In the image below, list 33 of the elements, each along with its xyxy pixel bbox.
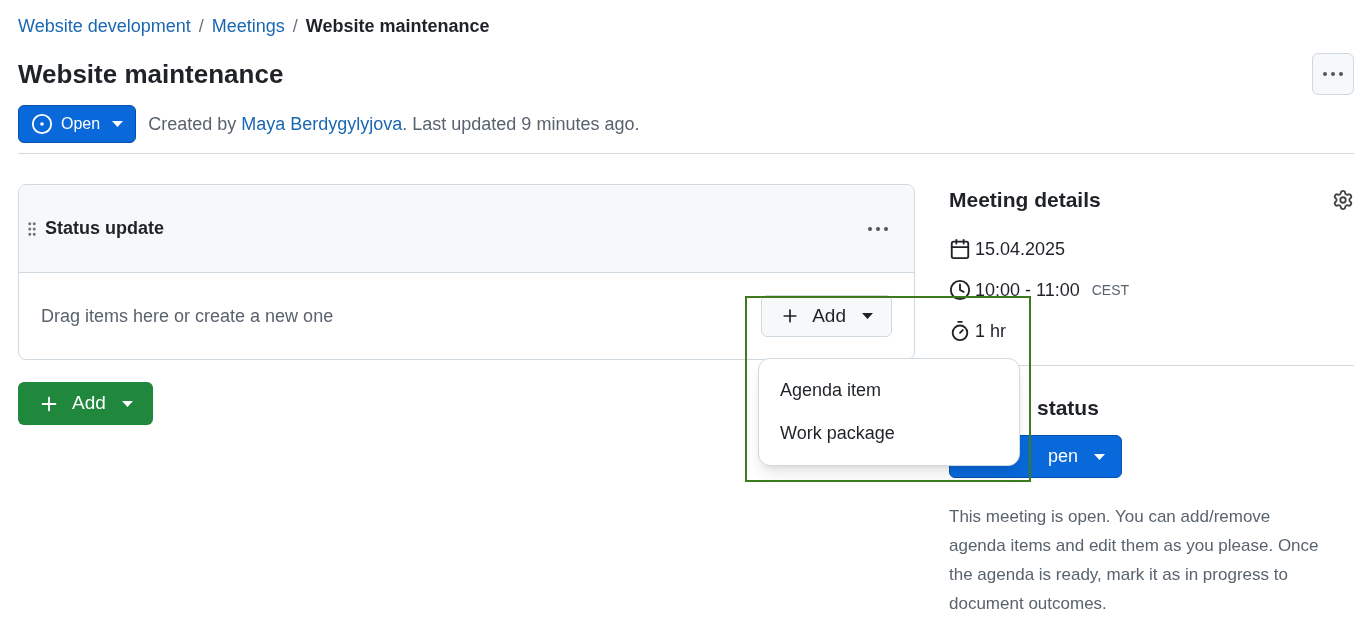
add-button[interactable]: Add bbox=[18, 382, 153, 425]
add-button[interactable]: Add bbox=[761, 295, 892, 337]
more-button[interactable] bbox=[1312, 53, 1354, 95]
status-button[interactable]: Open bbox=[18, 105, 137, 143]
timezone: CEST bbox=[1091, 280, 1130, 300]
caret-icon bbox=[121, 400, 133, 407]
section-heading: Meeting details bbox=[949, 187, 1101, 213]
section-heading: status bbox=[1036, 394, 1100, 421]
breadcrumb-link[interactable]: Meetings bbox=[211, 12, 285, 40]
clock-icon bbox=[949, 279, 971, 301]
section-title: Status update bbox=[45, 217, 165, 240]
meeting-duration: 1 hr bbox=[975, 319, 1007, 343]
meeting-date: 15.04.2025 bbox=[975, 237, 1066, 261]
separator: / bbox=[198, 14, 204, 38]
caret-icon bbox=[1094, 453, 1106, 460]
empty-hint: Drag items here or create a new one bbox=[41, 304, 334, 328]
separator: / bbox=[292, 14, 298, 38]
page-title: Website maintenance bbox=[18, 57, 284, 91]
calendar-icon bbox=[949, 238, 971, 260]
status-icon bbox=[31, 113, 53, 135]
author-link[interactable]: Maya Berdygylyjova bbox=[241, 113, 403, 134]
meeting-time: 10:00 - 11:00 bbox=[975, 278, 1080, 302]
settings-icon bbox=[1332, 188, 1354, 211]
breadcrumb-link[interactable]: Website development bbox=[18, 12, 191, 40]
more-icon bbox=[1323, 72, 1343, 76]
caret-icon bbox=[112, 121, 124, 127]
breadcrumb-current: Website maintenance bbox=[305, 14, 490, 38]
caret-icon bbox=[862, 313, 873, 319]
status-description: This meeting is open. You can add/remove agenda items and edit them as you please. Once the agenda is ready, mark it as in progress to document outcomes. bbox=[949, 506, 1319, 615]
created-info: Created by Maya Berdygylyjova. Last updated 9 minutes ago. bbox=[148, 112, 640, 136]
more-icon bbox=[868, 226, 888, 231]
stopwatch-icon bbox=[949, 320, 971, 342]
menu-item[interactable]: Agenda item bbox=[759, 369, 1019, 412]
